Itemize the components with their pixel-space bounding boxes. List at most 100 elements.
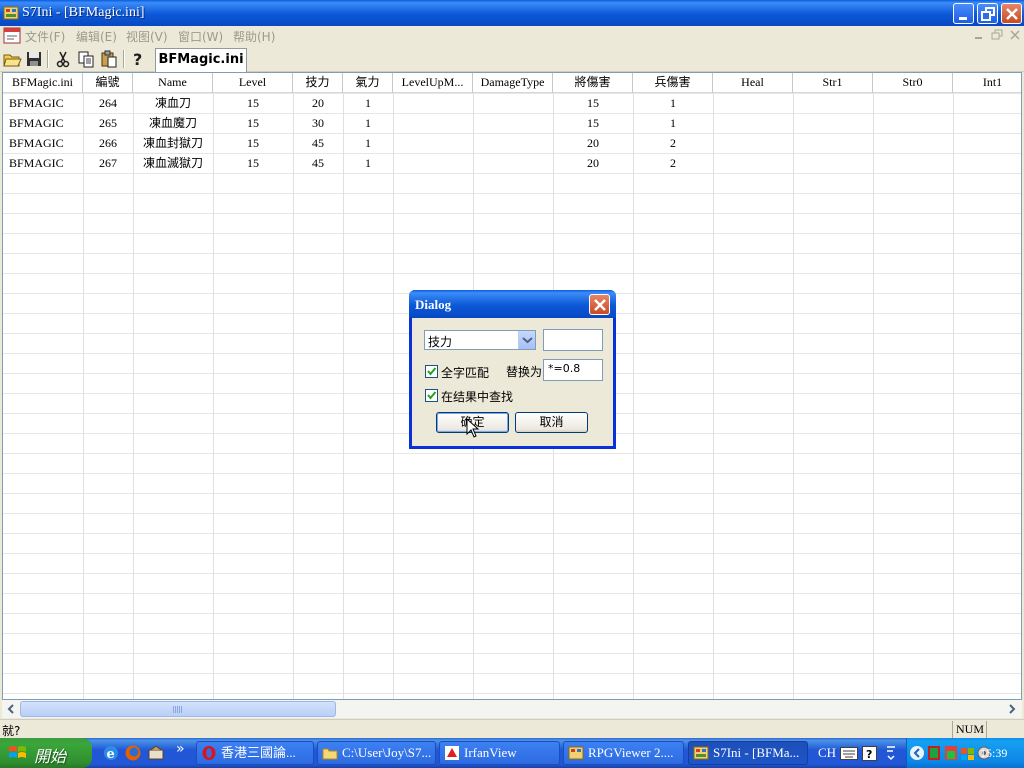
language-indicator[interactable]: CH [818,745,836,761]
document-tab[interactable]: BFMagic.ini [155,48,247,72]
mdi-close-icon[interactable] [1008,29,1022,41]
table-cell[interactable] [873,113,953,133]
table-cell[interactable] [953,133,1021,153]
column-header[interactable]: LevelUpM... [393,73,473,93]
table-cell[interactable]: BFMAGIC [3,133,83,153]
taskbar-item-active[interactable]: S7Ini - [BFMa... [688,741,808,765]
ie-icon[interactable]: e [102,744,120,762]
horizontal-scrollbar[interactable] [2,700,1022,718]
cut-icon[interactable] [53,49,73,69]
menu-edit[interactable]: 编辑(E) [76,28,117,45]
table-cell[interactable]: 15 [213,113,293,133]
table-cell[interactable] [713,153,793,173]
search-value-input[interactable] [543,329,603,351]
column-header[interactable]: 兵傷害 [633,73,713,93]
table-cell[interactable] [793,113,873,133]
table-cell[interactable]: 凍血滅獄刀 [133,153,213,173]
table-cell[interactable]: 凍血刀 [133,93,213,113]
table-cell[interactable]: BFMAGIC [3,153,83,173]
whole-match-label[interactable]: 全字匹配 [441,364,489,381]
table-cell[interactable] [793,153,873,173]
column-header[interactable]: BFMagic.ini [3,73,83,93]
table-cell[interactable]: 凍血封獄刀 [133,133,213,153]
table-cell[interactable]: 15 [213,93,293,113]
language-bar-options-icon[interactable] [884,744,898,762]
quicklaunch-overflow-icon[interactable]: » [176,741,185,757]
table-cell[interactable] [473,93,553,113]
table-cell[interactable] [953,153,1021,173]
column-header[interactable]: 編號 [83,73,133,93]
scroll-right-icon[interactable] [1004,701,1020,717]
start-button[interactable]: 開始 [0,738,92,768]
menu-view[interactable]: 视图(V) [126,28,168,45]
whole-match-checkbox[interactable] [425,365,438,378]
replace-input[interactable]: *=0.8 [543,359,603,381]
table-row[interactable]: BFMAGIC 264 凍血刀 15 20 1 15 1 [3,93,1021,113]
table-cell[interactable] [873,133,953,153]
table-row[interactable]: BFMAGIC 267 凍血滅獄刀 15 45 1 20 2 [3,153,1021,173]
help-icon[interactable]: ? [128,49,148,69]
dropdown-button[interactable] [518,331,535,349]
table-cell[interactable]: 1 [343,153,393,173]
table-cell[interactable] [953,113,1021,133]
menu-help[interactable]: 帮助(H) [233,28,275,45]
open-folder-icon[interactable] [2,49,22,69]
table-cell[interactable]: 凍血魔刀 [133,113,213,133]
table-cell[interactable]: 15 [213,153,293,173]
table-cell[interactable]: 15 [553,93,633,113]
table-cell[interactable]: 45 [293,133,343,153]
table-cell[interactable]: 15 [213,133,293,153]
copy-icon[interactable] [76,49,96,69]
column-header[interactable]: Str0 [873,73,953,93]
cancel-button[interactable]: 取消 [515,412,588,433]
table-cell[interactable] [713,93,793,113]
menu-window[interactable]: 窗口(W) [178,28,223,45]
table-cell[interactable]: 1 [633,113,713,133]
tray-app-icon[interactable] [927,745,941,761]
table-cell[interactable]: 266 [83,133,133,153]
table-row[interactable]: BFMAGIC 266 凍血封獄刀 15 45 1 20 2 [3,133,1021,153]
table-cell[interactable] [393,133,473,153]
table-cell[interactable] [713,133,793,153]
table-cell[interactable] [713,113,793,133]
keyboard-icon[interactable] [840,747,858,760]
table-cell[interactable]: 1 [343,113,393,133]
taskbar-item[interactable]: RPGViewer 2.... [563,741,684,765]
in-results-label[interactable]: 在结果中查找 [441,388,513,405]
paste-icon[interactable] [99,49,119,69]
column-header[interactable]: 氣力 [343,73,393,93]
menu-file[interactable]: 文件(F) [25,28,65,45]
table-cell[interactable] [473,113,553,133]
table-cell[interactable]: 1 [343,93,393,113]
table-cell[interactable]: 2 [633,133,713,153]
table-cell[interactable]: BFMAGIC [3,113,83,133]
table-cell[interactable]: 45 [293,153,343,173]
dialog-close-button[interactable] [589,294,610,315]
column-header[interactable]: DamageType [473,73,553,93]
table-cell[interactable] [793,93,873,113]
column-header[interactable]: Level [213,73,293,93]
scrollbar-thumb[interactable] [20,701,336,717]
show-hidden-icons-icon[interactable] [909,744,925,762]
column-header[interactable]: Name [133,73,213,93]
table-cell[interactable] [873,93,953,113]
taskbar-item[interactable]: IrfanView [439,741,560,765]
table-cell[interactable] [473,133,553,153]
table-cell[interactable]: 267 [83,153,133,173]
dialog-titlebar[interactable]: Dialog [409,290,616,318]
document-icon[interactable] [3,27,21,44]
restore-button[interactable] [977,3,998,24]
minimize-button[interactable] [953,3,974,24]
column-header[interactable]: Str1 [793,73,873,93]
table-cell[interactable]: 1 [343,133,393,153]
table-cell[interactable] [393,93,473,113]
mdi-restore-icon[interactable] [990,29,1004,41]
table-cell[interactable]: 1 [633,93,713,113]
table-cell[interactable]: 20 [293,93,343,113]
close-button[interactable] [1001,3,1022,24]
table-cell[interactable]: 20 [553,153,633,173]
table-row[interactable]: BFMAGIC 265 凍血魔刀 15 30 1 15 1 [3,113,1021,133]
table-cell[interactable] [393,113,473,133]
taskbar-item[interactable]: C:\User\Joy\S7... [317,741,436,765]
mdi-minimize-icon[interactable] [972,29,986,41]
